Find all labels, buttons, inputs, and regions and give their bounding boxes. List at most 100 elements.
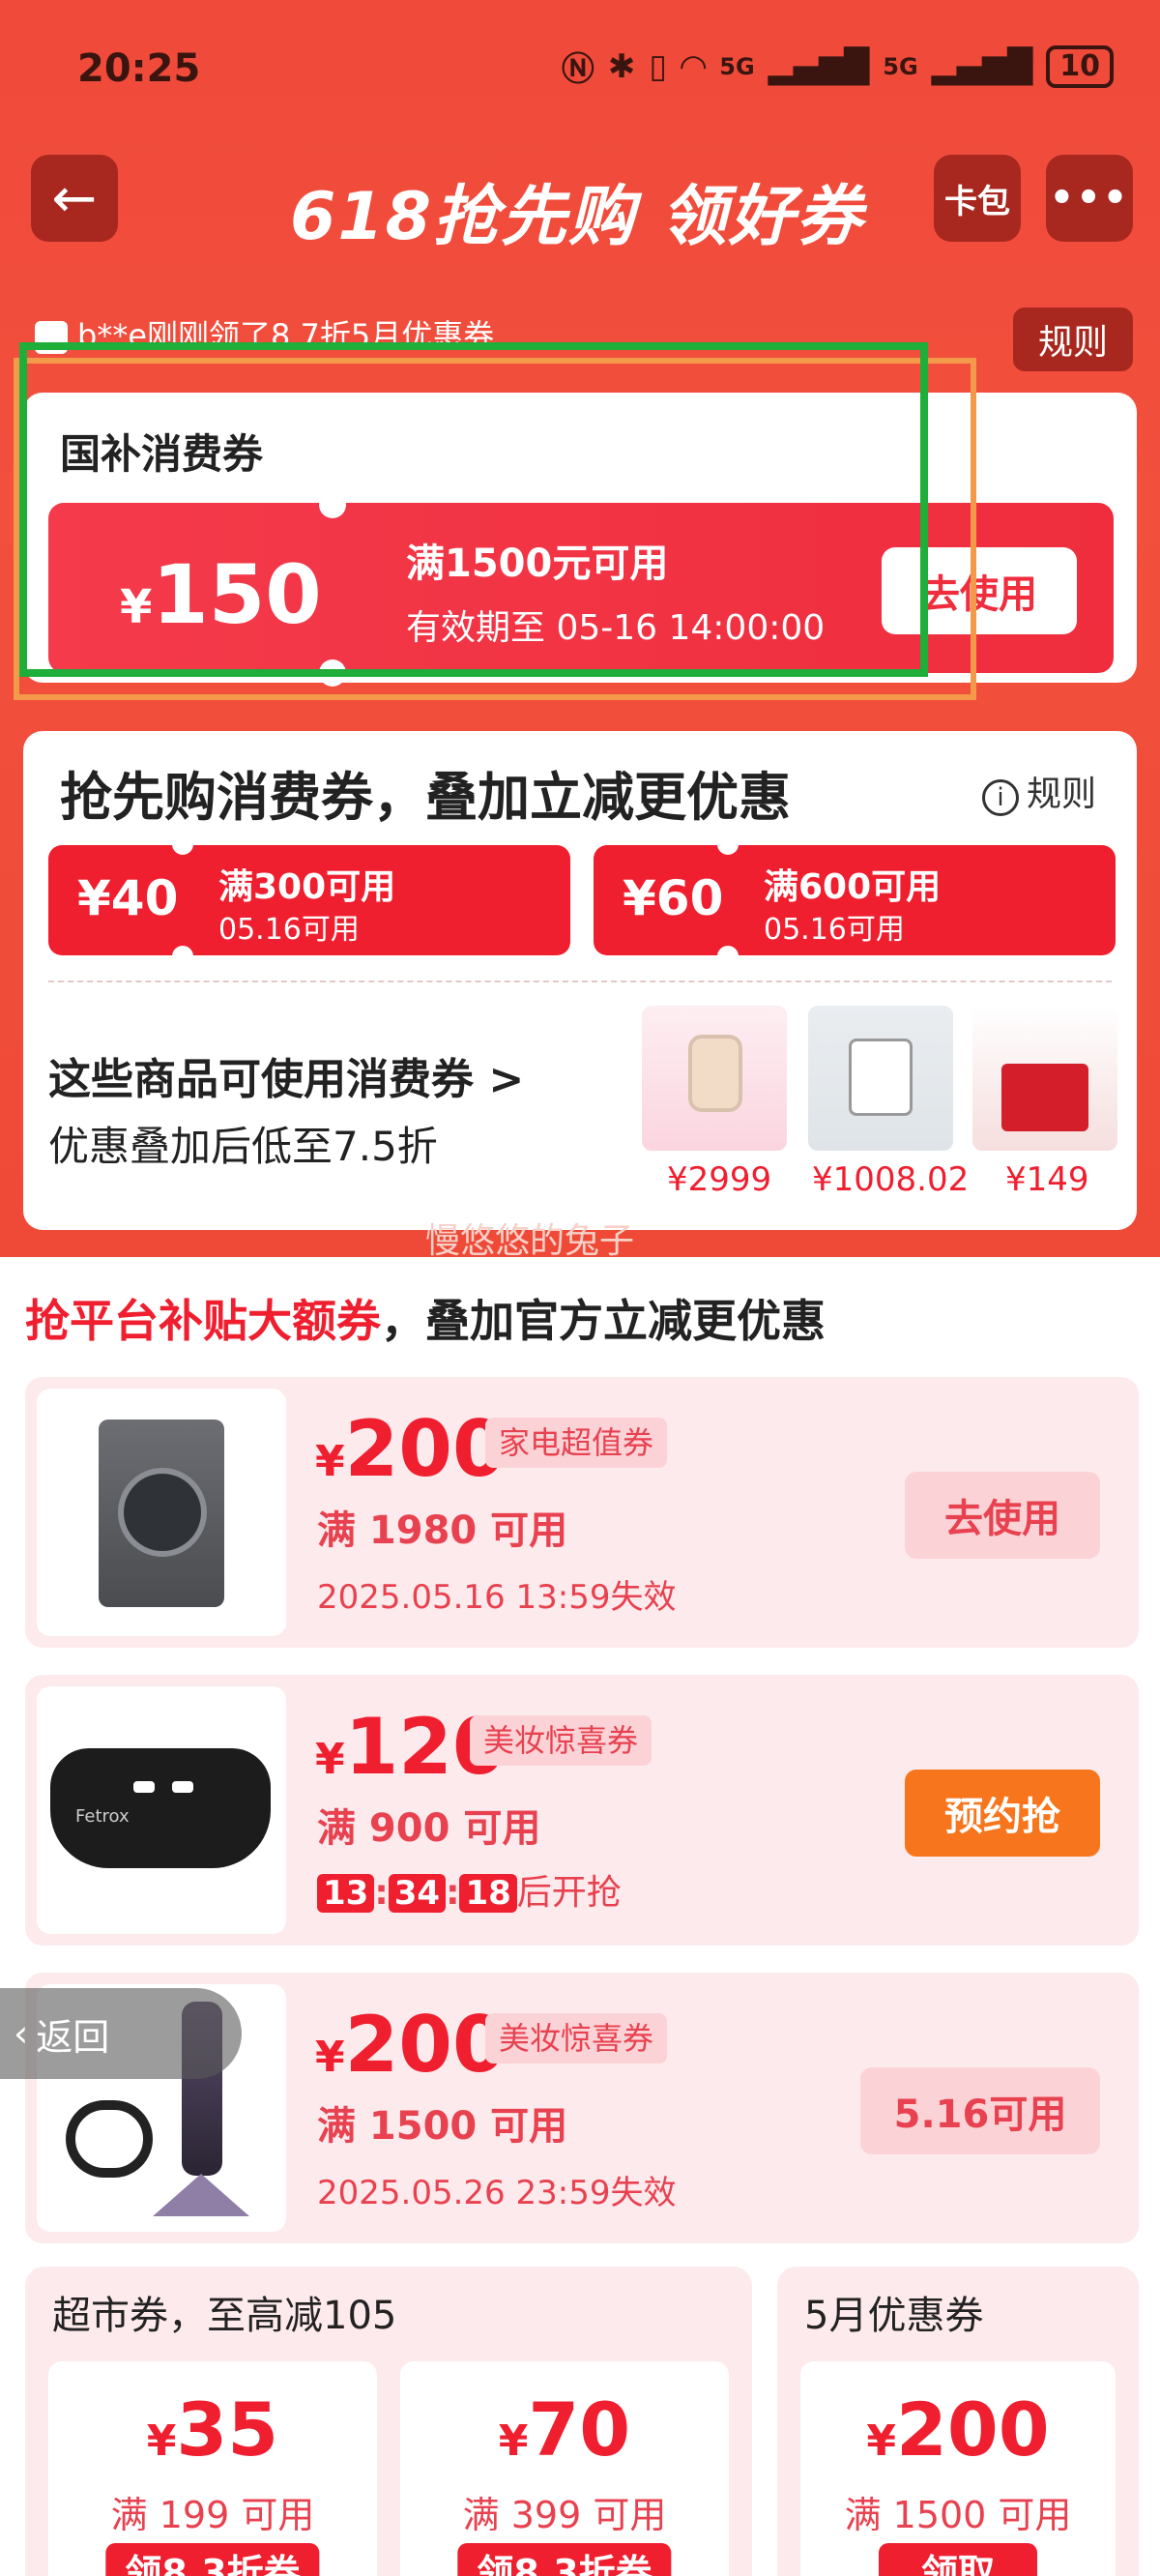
product-image-led-mask: Fetrox: [37, 1686, 286, 1934]
mask-eye-left: [133, 1781, 155, 1793]
coupon-condition: 满 1980 可用: [317, 1508, 568, 1553]
currency-symbol: ¥: [315, 1735, 345, 1784]
coupon-notch: [172, 834, 193, 855]
amount-value: 200: [895, 2386, 1050, 2473]
coupon-amount: ¥200: [315, 1404, 507, 1494]
platform-title: 抢平台补贴大额券，叠加官方立减更优惠: [25, 1286, 826, 1350]
supermarket-title: 超市券，至高减105: [52, 2294, 397, 2338]
amount-value: 200: [344, 2000, 507, 2090]
card-wallet-button[interactable]: 卡包: [934, 155, 1021, 242]
amount-value: 35: [176, 2386, 279, 2473]
countdown-suffix: 后开抢: [516, 1873, 622, 1913]
washer-image: [849, 1039, 913, 1116]
divider: [48, 981, 1112, 982]
product-price: ¥2999: [667, 1160, 772, 1199]
claim-discount-button[interactable]: 领8.3折券: [457, 2543, 672, 2576]
qiang-coupon-40[interactable]: ¥40 满300可用 05.16可用: [48, 845, 570, 955]
watch-image: [688, 1035, 742, 1112]
amount-value: 70: [528, 2386, 631, 2473]
may-coupon-title: 5月优惠券: [804, 2294, 984, 2338]
platform-title-rest: ，叠加官方立减更优惠: [381, 1295, 826, 1347]
may-coupon-section: 5月优惠券 ¥200 满 1500 可用 领取: [777, 2267, 1139, 2576]
coupon-condition: 满600可用: [764, 867, 942, 907]
coupon-amount: ¥60: [623, 870, 724, 926]
signal-icon-2: ▂▄▆█: [931, 46, 1033, 86]
coupon-notch: [717, 946, 739, 967]
coupon-date: 05.16可用: [764, 913, 905, 947]
reserve-button[interactable]: 预约抢: [905, 1770, 1100, 1857]
coupon-notch: [172, 946, 193, 967]
wifi-icon: ◠: [681, 46, 707, 86]
amount-value: 200: [344, 1404, 507, 1494]
washer-door: [118, 1468, 207, 1557]
coupon-tag: 美妆惊喜券: [470, 1715, 652, 1766]
platform-title-highlight: 抢平台补贴大额券: [25, 1295, 381, 1347]
supermarket-section: 超市券，至高减105 ¥35 满 199 可用 领8.3折券 ¥70 满 399…: [25, 2267, 752, 2576]
coupon-expiry: 2025.05.26 23:59失效: [317, 2174, 677, 2212]
coupon-condition: 满 900 可用: [317, 1806, 541, 1851]
back-button[interactable]: ←: [31, 155, 118, 242]
signal-label-2: 5G: [883, 52, 918, 80]
floating-back-button[interactable]: ‹ 返回: [0, 1988, 242, 2079]
currency-symbol: ¥: [315, 1437, 345, 1486]
arrow-left-icon: ←: [51, 166, 98, 230]
product-price: ¥1008.02: [812, 1160, 970, 1199]
currency-symbol: ¥: [866, 2416, 896, 2466]
watermark: 慢悠悠的兔子: [425, 1221, 635, 1261]
may-coupon: ¥200 满 1500 可用 领取: [800, 2361, 1116, 2576]
coupon-amount: ¥200: [800, 2386, 1116, 2473]
coupon-date: 05.16可用: [218, 913, 360, 947]
coupon-condition: 满 199 可用: [110, 2494, 315, 2536]
eligible-products-subtitle: 优惠叠加后低至7.5折: [48, 1123, 438, 1170]
coupon-condition: 满 1500 可用: [844, 2494, 1072, 2536]
status-time: 20:25: [77, 46, 201, 91]
rules-button[interactable]: 规则: [1013, 307, 1133, 371]
battery-icon: 10: [1046, 44, 1114, 88]
product-price: ¥149: [1005, 1160, 1089, 1199]
coupon-condition: 满300可用: [218, 867, 396, 907]
product-image-washer: [37, 1389, 286, 1636]
product-thumb-washer[interactable]: [808, 1006, 953, 1151]
supermarket-coupon: ¥35 满 199 可用 领8.3折券: [48, 2361, 377, 2576]
coupon-expiry: 2025.05.16 13:59失效: [317, 1578, 677, 1617]
nfc-icon: Ⓝ: [561, 50, 594, 89]
highlight-box-green: [19, 342, 928, 677]
coupon-condition: 满 399 可用: [462, 2494, 667, 2536]
coupon-condition: 满 1500 可用: [317, 2104, 568, 2149]
gift-set-image: [1001, 1064, 1088, 1131]
eligible-products-link[interactable]: 这些商品可使用消费券 >: [48, 1044, 524, 1106]
qiang-coupon-60[interactable]: ¥60 满600可用 05.16可用: [594, 845, 1116, 955]
coupon-amount: ¥40: [77, 870, 179, 926]
claim-button[interactable]: 领取: [878, 2543, 1038, 2576]
currency-symbol: ¥: [315, 2033, 345, 2082]
more-button[interactable]: •••: [1046, 155, 1133, 242]
platform-coupon-card: ¥200 家电超值券 满 1980 可用 2025.05.16 13:59失效 …: [25, 1377, 1139, 1648]
eligible-products-label: 这些商品可使用消费券: [48, 1055, 474, 1104]
coupon-tag: 家电超值券: [485, 1418, 668, 1468]
chevron-left-icon: ‹: [14, 2012, 29, 2055]
mask-brand: Fetrox: [75, 1806, 130, 1827]
available-date-button[interactable]: 5.16可用: [860, 2067, 1100, 2154]
qiang-rules-link[interactable]: i 规则: [982, 766, 1096, 816]
signal-label-1: 5G: [719, 52, 755, 80]
chevron-right-icon: >: [488, 1055, 525, 1104]
countdown-seconds: 18: [459, 1874, 517, 1913]
product-thumb-gift-set[interactable]: [972, 1006, 1117, 1151]
countdown-hours: 13: [317, 1874, 375, 1913]
countdown-separator: :: [374, 1873, 389, 1913]
coupon-amount: ¥70: [400, 2386, 729, 2473]
countdown-separator: :: [446, 1873, 460, 1913]
currency-symbol: ¥: [498, 2416, 529, 2466]
claim-discount-button[interactable]: 领8.3折券: [105, 2543, 320, 2576]
product-thumb-watch[interactable]: [642, 1006, 787, 1151]
use-coupon-button[interactable]: 去使用: [905, 1472, 1100, 1559]
info-icon: i: [982, 779, 1019, 816]
device-mask: [66, 2100, 153, 2178]
countdown: 13:34:18 后开抢: [317, 1864, 622, 1915]
coupon-amount: ¥35: [48, 2386, 377, 2473]
supermarket-coupon: ¥70 满 399 可用 领8.3折券: [400, 2361, 729, 2576]
currency-symbol: ¥: [146, 2416, 177, 2466]
qiang-rules-label: 规则: [1027, 775, 1097, 814]
coupon-tag: 美妆惊喜券: [485, 2013, 668, 2064]
status-icons: Ⓝ ✱ ▯ ◠ 5G ▂▄▆█ 5G ▂▄▆█ 10: [562, 43, 1114, 90]
